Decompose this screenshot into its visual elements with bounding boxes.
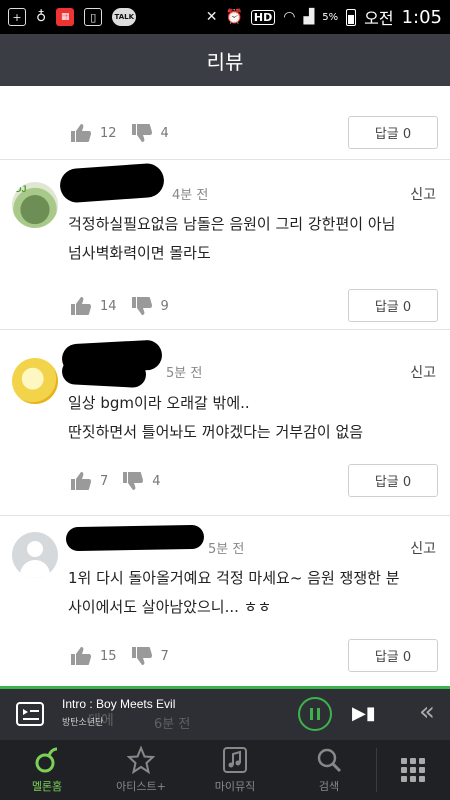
nav-artist-plus[interactable]: 아티스트+ xyxy=(94,740,188,800)
thumbs-down-icon[interactable] xyxy=(131,123,153,143)
review-line: 넘사벽화력이면 몰라도 xyxy=(68,244,211,262)
avatar[interactable]: DJ xyxy=(12,182,58,228)
battery-icon xyxy=(346,8,357,26)
status-bar: + ♁ ▦ ▯ TALK ✕ ⏰ HD ◠ ▟ 5% 오전 1:05 xyxy=(0,0,450,34)
thumbs-up-icon[interactable] xyxy=(70,296,92,316)
bottom-navigation: 멜론홈 아티스트+ 마이뮤직 검색 xyxy=(0,740,450,800)
next-track-icon[interactable]: ▶▮ xyxy=(352,703,376,724)
review-item: DJ 4분 전 신고 걱정하실필요없음 남돌은 음원이 그리 강한편이 아님 넘… xyxy=(0,160,450,330)
thumbs-up-icon[interactable] xyxy=(70,646,92,666)
music-note-icon xyxy=(223,747,247,773)
grid-menu-icon xyxy=(401,758,425,782)
review-text: 일상 bgm이라 오래갈 밖에.. 딴짓하면서 틀어놔도 꺼야겠다는 거부감이 … xyxy=(68,389,440,447)
review-line: 1위 다시 돌아올거예요 걱정 마세요~ 음원 쟁쟁한 분 xyxy=(68,569,400,587)
thumbs-up-icon[interactable] xyxy=(70,123,92,143)
dislike-count: 4 xyxy=(160,125,169,141)
avatar[interactable] xyxy=(12,358,58,404)
melon-notification-icon: ♁ xyxy=(36,9,47,25)
add-icon: + xyxy=(8,8,26,26)
ghost-review-time: 6분 전 xyxy=(154,717,191,732)
nav-melon-home[interactable]: 멜론홈 xyxy=(0,740,94,800)
avatar[interactable] xyxy=(12,532,58,578)
dislike-count: 7 xyxy=(160,648,169,664)
review-item: 12 4 답글 0 xyxy=(0,86,450,160)
review-line: 사이에서도 살아남았으니... ㅎㅎ xyxy=(68,598,272,616)
review-line: 딴짓하면서 틀어놔도 꺼야겠다는 거부감이 없음 xyxy=(68,423,364,441)
review-item: 5분 전 신고 1위 다시 돌아올거예요 걱정 마세요~ 음원 쟁쟁한 분 사이… xyxy=(0,516,450,686)
review-line: 일상 bgm이라 오래갈 밖에.. xyxy=(68,394,250,412)
nav-search[interactable]: 검색 xyxy=(282,740,376,800)
reply-button[interactable]: 답글 0 xyxy=(348,116,438,149)
review-line: 걱정하실필요없음 남돌은 음원이 그리 강한편이 아님 xyxy=(68,215,396,233)
track-title: Intro : Boy Meets Evil xyxy=(62,697,176,711)
nav-my-music[interactable]: 마이뮤직 xyxy=(188,740,282,800)
like-count: 7 xyxy=(100,473,109,489)
review-list[interactable]: 12 4 답글 0 DJ 4분 전 신고 걱정하실필요없음 남돌은 음원이 그리… xyxy=(0,86,450,686)
melon-home-icon xyxy=(35,747,58,773)
pause-button[interactable] xyxy=(298,697,332,731)
reply-button[interactable]: 답글 0 xyxy=(348,464,438,497)
review-text: 1위 다시 돌아올거예요 걱정 마세요~ 음원 쟁쟁한 분 사이에서도 살아남았… xyxy=(68,564,440,622)
signal-icon: ▟ xyxy=(303,9,315,25)
device-icon: ▯ xyxy=(84,8,103,26)
nav-label: 멜론홈 xyxy=(31,780,63,793)
battery-percent: 5% xyxy=(322,11,339,23)
status-ampm: 오전 xyxy=(364,9,394,28)
review-actions: 12 4 xyxy=(70,123,183,143)
alarm-icon: ⏰ xyxy=(225,9,243,25)
wifi-icon: ◠ xyxy=(283,9,296,25)
report-link[interactable]: 신고 xyxy=(410,184,436,204)
status-time: 1:05 xyxy=(401,6,442,28)
nav-label: 아티스트+ xyxy=(116,780,166,793)
review-actions: 14 9 xyxy=(70,296,183,316)
search-icon xyxy=(317,748,342,773)
review-text: 걱정하실필요없음 남돌은 음원이 그리 강한편이 아님 넘사벽화력이면 몰라도 xyxy=(68,210,440,268)
thumbs-down-icon[interactable] xyxy=(131,296,153,316)
nav-label: 마이뮤직 xyxy=(214,780,256,793)
collapse-chevron-icon[interactable]: « xyxy=(404,697,450,737)
reply-button[interactable]: 답글 0 xyxy=(348,639,438,672)
review-actions: 7 4 xyxy=(70,471,175,491)
review-time: 4분 전 xyxy=(172,188,209,203)
playlist-icon[interactable] xyxy=(16,702,44,726)
thumbs-up-icon[interactable] xyxy=(70,471,92,491)
redacted-author xyxy=(58,162,166,204)
dislike-count: 9 xyxy=(160,298,169,314)
app-header: 리뷰 xyxy=(0,34,450,86)
like-count: 12 xyxy=(100,125,117,141)
report-link[interactable]: 신고 xyxy=(410,538,436,558)
reply-button[interactable]: 답글 0 xyxy=(348,289,438,322)
redacted-author xyxy=(61,357,147,389)
kakaotalk-icon: TALK xyxy=(112,8,137,26)
like-count: 15 xyxy=(100,648,117,664)
thumbs-down-icon[interactable] xyxy=(131,646,153,666)
dislike-count: 4 xyxy=(152,473,161,489)
review-actions: 15 7 xyxy=(70,646,183,666)
hd-icon: HD xyxy=(250,9,276,25)
page-title: 리뷰 xyxy=(206,51,244,74)
review-time: 5분 전 xyxy=(208,542,245,557)
star-icon xyxy=(127,746,155,774)
review-item: 5분 전 신고 일상 bgm이라 오래갈 밖에.. 딴짓하면서 틀어놔도 꺼야겠… xyxy=(0,330,450,516)
review-time: 5분 전 xyxy=(166,366,203,381)
redacted-author xyxy=(65,524,205,552)
thumbs-down-icon[interactable] xyxy=(122,471,144,491)
nav-menu-grid[interactable] xyxy=(377,740,449,800)
report-link[interactable]: 신고 xyxy=(410,362,436,382)
like-count: 14 xyxy=(100,298,117,314)
nav-label: 검색 xyxy=(318,780,340,793)
track-artist: 방탄소년단 xyxy=(62,718,104,728)
calendar-icon: ▦ xyxy=(56,8,75,26)
mute-icon: ✕ xyxy=(205,9,218,25)
mini-player[interactable]: 대에 6분 전 Intro : Boy Meets Evil 방탄소년단 ▶▮ … xyxy=(0,686,450,740)
